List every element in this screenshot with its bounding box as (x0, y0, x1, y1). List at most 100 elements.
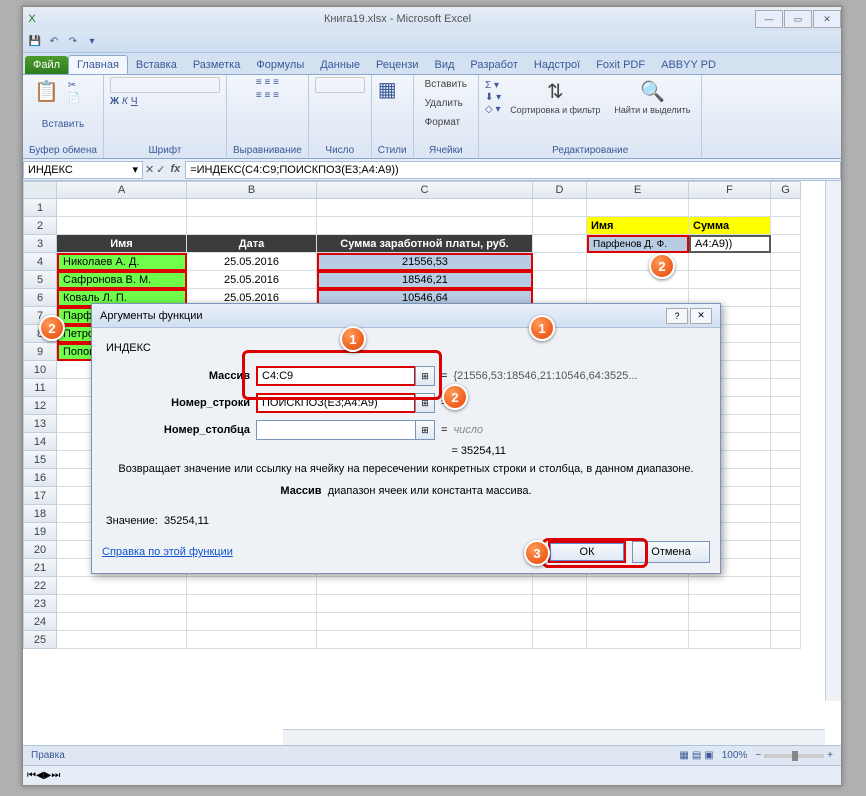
tab-view[interactable]: Вид (427, 56, 463, 74)
row-16[interactable]: 16 (23, 469, 57, 487)
insert-cells[interactable]: Вставить (420, 77, 472, 92)
zoom-in-icon[interactable]: + (827, 750, 833, 761)
dialog-help-button[interactable]: ? (666, 308, 688, 324)
col-f[interactable]: F (689, 181, 771, 199)
cancel-formula-icon[interactable]: ✕ (145, 163, 154, 176)
row-11[interactable]: 11 (23, 379, 57, 397)
cell-b4[interactable]: 25.05.2016 (187, 253, 317, 271)
arg-col-refbtn[interactable]: ⊞ (415, 420, 435, 440)
tab-insert[interactable]: Вставка (128, 56, 185, 74)
cell-f2[interactable]: Сумма (689, 217, 771, 235)
find-select[interactable]: 🔍 Найти и выделить (609, 77, 695, 117)
arg-row-refbtn[interactable]: ⊞ (415, 393, 435, 413)
col-b[interactable]: B (187, 181, 317, 199)
cell-e3[interactable]: Парфенов Д. Ф. (587, 235, 689, 253)
tab-nav-last-icon[interactable]: ⏭ (51, 770, 60, 781)
help-link[interactable]: Справка по этой функции (102, 546, 542, 558)
arg-col-input[interactable] (256, 420, 416, 440)
row-25[interactable]: 25 (23, 631, 57, 649)
tab-nav-prev-icon[interactable]: ◀ (36, 770, 44, 781)
tab-abbyy[interactable]: ABBYY PD (653, 56, 724, 74)
fill-icon[interactable]: ⬇ ▾ (485, 92, 501, 103)
italic-button[interactable]: К (122, 96, 128, 107)
copy-icon[interactable]: 📄 (68, 93, 80, 104)
row-20[interactable]: 20 (23, 541, 57, 559)
cell-a4[interactable]: Николаев А. Д. (57, 253, 187, 271)
row-14[interactable]: 14 (23, 433, 57, 451)
sum-icon[interactable]: Σ ▾ (485, 80, 501, 91)
fx-icon[interactable]: fx (170, 163, 180, 176)
col-d[interactable]: D (533, 181, 587, 199)
underline-button[interactable]: Ч (131, 96, 138, 107)
arg-row-input[interactable]: ПОИСКПОЗ(E3;A4:A9) (256, 393, 416, 413)
row-22[interactable]: 22 (23, 577, 57, 595)
row-15[interactable]: 15 (23, 451, 57, 469)
undo-icon[interactable]: ↶ (46, 34, 62, 50)
cell-c3[interactable]: Сумма заработной платы, руб. (317, 235, 533, 253)
close-button[interactable]: ✕ (813, 10, 841, 28)
view-break-icon[interactable]: ▣ (704, 750, 713, 761)
row-12[interactable]: 12 (23, 397, 57, 415)
cell-c5[interactable]: 18546,21 (317, 271, 533, 289)
number-format[interactable] (315, 77, 365, 93)
styles-icon[interactable]: ▦ (378, 77, 397, 102)
col-g[interactable]: G (771, 181, 801, 199)
qat-more-icon[interactable]: ▾ (84, 34, 100, 50)
bold-button[interactable]: Ж (110, 96, 119, 107)
tab-home[interactable]: Главная (68, 55, 128, 74)
row-23[interactable]: 23 (23, 595, 57, 613)
view-layout-icon[interactable]: ▤ (692, 750, 701, 761)
zoom-out-icon[interactable]: − (755, 750, 761, 761)
cancel-button[interactable]: Отмена (632, 541, 710, 563)
cell-b5[interactable]: 25.05.2016 (187, 271, 317, 289)
row-4[interactable]: 4 (23, 253, 57, 271)
name-box[interactable]: ИНДЕКС▾ (23, 161, 143, 179)
row-2[interactable]: 2 (23, 217, 57, 235)
maximize-button[interactable]: ▭ (784, 10, 812, 28)
tab-nav-first-icon[interactable]: ⏮ (27, 770, 36, 781)
clear-icon[interactable]: ◇ ▾ (485, 104, 501, 115)
row-9[interactable]: 9 (23, 343, 57, 361)
format-cells[interactable]: Формат (420, 115, 466, 130)
tab-file[interactable]: Файл (25, 56, 68, 74)
vertical-scrollbar[interactable] (825, 181, 841, 701)
row-1[interactable]: 1 (23, 199, 57, 217)
redo-icon[interactable]: ↷ (65, 34, 81, 50)
row-18[interactable]: 18 (23, 505, 57, 523)
cell-c4[interactable]: 21556,53 (317, 253, 533, 271)
tab-nav-next-icon[interactable]: ▶ (44, 770, 52, 781)
select-all-corner[interactable] (23, 181, 57, 199)
cell-a3[interactable]: Имя (57, 235, 187, 253)
cell-a5[interactable]: Сафронова В. М. (57, 271, 187, 289)
cell-b3[interactable]: Дата (187, 235, 317, 253)
row-13[interactable]: 13 (23, 415, 57, 433)
row-24[interactable]: 24 (23, 613, 57, 631)
row-5[interactable]: 5 (23, 271, 57, 289)
paste-button[interactable]: 📋 (29, 77, 64, 106)
arg-array-input[interactable]: C4:C9 (256, 366, 416, 386)
cell-f3[interactable]: A4:A9)) (689, 235, 771, 253)
zoom-slider[interactable] (764, 754, 824, 758)
col-e[interactable]: E (587, 181, 689, 199)
row-19[interactable]: 19 (23, 523, 57, 541)
row-3[interactable]: 3 (23, 235, 57, 253)
col-a[interactable]: A (57, 181, 187, 199)
tab-review[interactable]: Рецензи (368, 56, 427, 74)
view-normal-icon[interactable]: ▦ (679, 750, 688, 761)
tab-layout[interactable]: Разметка (185, 56, 249, 74)
font-selector[interactable] (110, 77, 220, 93)
tab-data[interactable]: Данные (312, 56, 368, 74)
col-c[interactable]: C (317, 181, 533, 199)
confirm-formula-icon[interactable]: ✓ (156, 163, 165, 176)
tab-developer[interactable]: Разработ (462, 56, 525, 74)
tab-formulas[interactable]: Формулы (248, 56, 312, 74)
tab-addins[interactable]: Надстрої (526, 56, 588, 74)
cut-icon[interactable]: ✂ (68, 80, 80, 91)
dialog-close-button[interactable]: ✕ (690, 308, 712, 324)
cell-e2[interactable]: Имя (587, 217, 689, 235)
arg-array-refbtn[interactable]: ⊞ (415, 366, 435, 386)
sort-filter[interactable]: ⇅ Сортировка и фильтр (505, 77, 605, 117)
save-icon[interactable]: 💾 (27, 34, 43, 50)
delete-cells[interactable]: Удалить (420, 96, 468, 111)
row-10[interactable]: 10 (23, 361, 57, 379)
